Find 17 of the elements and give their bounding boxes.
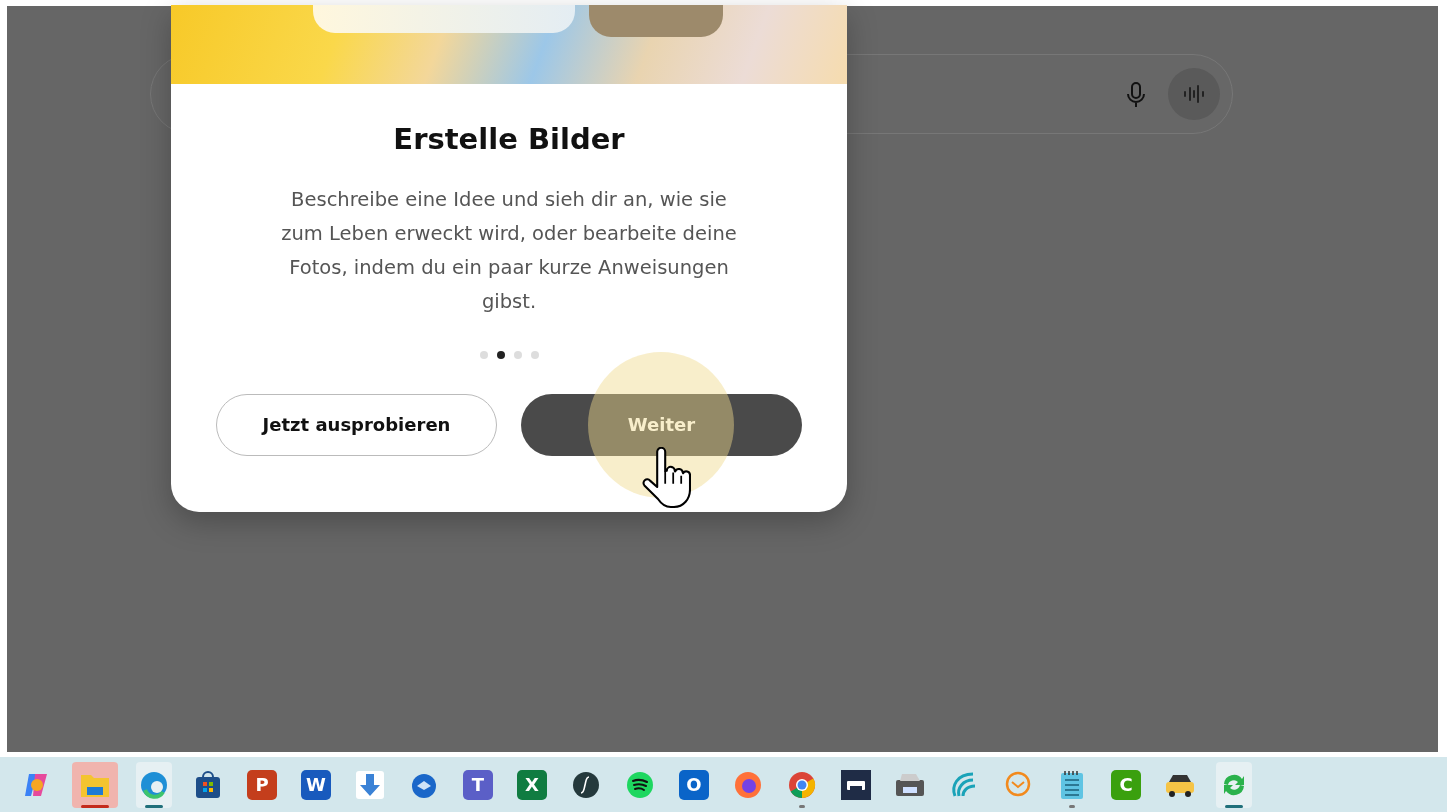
printer-icon — [841, 769, 871, 800]
browser-icon — [139, 769, 169, 800]
sound-wave-icon — [1183, 85, 1205, 103]
next-button[interactable]: Weiter — [521, 393, 802, 456]
notepad-icon — [1059, 769, 1085, 800]
page-dot[interactable] — [479, 350, 488, 359]
browser-icon — [787, 769, 817, 800]
try-now-button[interactable]: Jetzt ausprobieren — [216, 393, 497, 456]
page-dot[interactable] — [530, 350, 539, 359]
page-dot[interactable] — [513, 350, 522, 359]
microphone-icon[interactable] — [1126, 82, 1146, 108]
page-dot[interactable] — [496, 350, 505, 359]
shopping-bag-icon — [193, 769, 223, 800]
sound-waves-icon — [625, 769, 655, 800]
voice-button[interactable] — [1168, 68, 1220, 120]
dialog-title: Erstelle Bilder — [392, 122, 626, 157]
dialog-description: Beschreibe eine Idee und sieh dir an, wie sie zum Leben erweckt wird, oder bearbeite deine Fotos, indem du ein paar kurze Anweisungen gibst. — [280, 186, 738, 315]
